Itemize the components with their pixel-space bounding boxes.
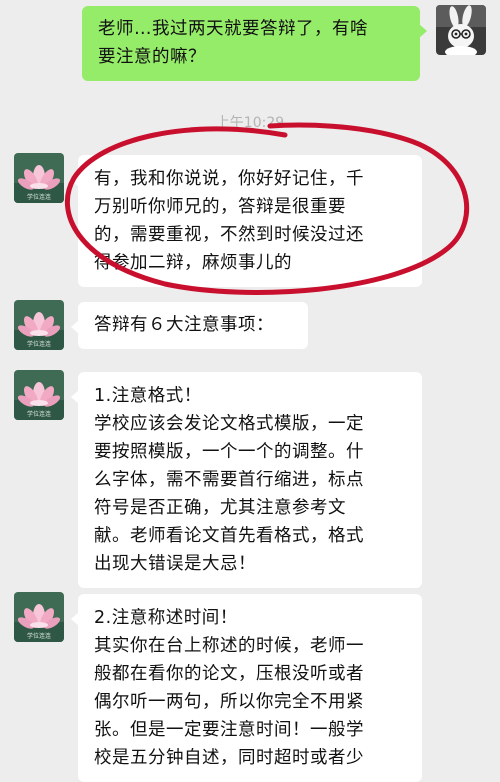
- teacher-avatar[interactable]: 学位连连: [14, 153, 64, 203]
- lotus-icon: 学位连连: [14, 300, 64, 350]
- message-line: 有，我和你说说，你好好记住，千: [94, 169, 364, 189]
- message-line: 偶尔听一两句，所以你完全不用紧: [94, 692, 364, 712]
- message-line: 1.注意格式！: [94, 386, 202, 406]
- message-line: 献。老师看论文首先看格式，格式: [94, 526, 364, 546]
- lotus-icon: 学位连连: [14, 592, 64, 642]
- message-bubble-teacher[interactable]: 答辩有６大注意事项：: [71, 302, 308, 349]
- message-bubble-teacher[interactable]: 1.注意格式！ 学校应该会发论文格式模版，一定 要按照模版，一个一个的调整。什 …: [71, 372, 422, 588]
- message-bubble-student[interactable]: 老师…我过两天就要答辩了，有啥 要注意的嘛？: [82, 6, 427, 81]
- message-timestamp: 上午10:29: [215, 115, 285, 131]
- message-bubble-teacher[interactable]: 有，我和你说说，你好好记住，千 万别听你师兄的，答辩是很重要 的，需要重视，不然…: [71, 155, 422, 287]
- rabbit-icon: [436, 5, 486, 55]
- student-avatar[interactable]: [436, 5, 486, 55]
- message-line: 2.注意称述时间！: [94, 608, 238, 628]
- message-line: 万别听你师兄的，答辩是很重要: [94, 197, 346, 217]
- message-line: 校是五分钟自述，同时超时或者少: [94, 748, 364, 768]
- message-line: 要按照模版，一个一个的调整。什: [94, 442, 364, 462]
- teacher-avatar[interactable]: 学位连连: [14, 300, 64, 350]
- message-line: 学校应该会发论文格式模版，一定: [94, 414, 364, 434]
- message-line: 得参加二辩，麻烦事儿的: [94, 253, 292, 273]
- avatar-caption: 学位连连: [27, 410, 51, 418]
- message-line: 要注意的嘛？: [98, 47, 206, 67]
- lotus-icon: 学位连连: [14, 153, 64, 203]
- message-line: 出现大错误是大忌！: [94, 554, 256, 574]
- lotus-icon: 学位连连: [14, 370, 64, 420]
- message-line: 么字体，需不需要首行缩进，标点: [94, 470, 364, 490]
- message-line: 的，需要重视，不然到时候没过还: [94, 225, 364, 245]
- message-line: 老师…我过两天就要答辩了，有啥: [98, 19, 368, 39]
- message-bubble-teacher[interactable]: 2.注意称述时间！ 其实你在台上称述的时候，老师一 般都在看你的论文，压根没听或…: [71, 594, 422, 782]
- teacher-avatar[interactable]: 学位连连: [14, 592, 64, 642]
- avatar-caption: 学位连连: [27, 632, 51, 640]
- teacher-avatar[interactable]: 学位连连: [14, 370, 64, 420]
- avatar-caption: 学位连连: [27, 193, 51, 201]
- message-line: 其实你在台上称述的时候，老师一: [94, 636, 364, 656]
- message-line: 般都在看你的论文，压根没听或者: [94, 664, 364, 684]
- message-line: 张。但是一定要注意时间！一般学: [94, 720, 364, 740]
- avatar-caption: 学位连连: [27, 340, 51, 348]
- chat-window: 老师…我过两天就要答辩了，有啥 要注意的嘛？ 上午10:29 学位连连 有，我和…: [0, 0, 500, 782]
- message-line: 符号是否正确，尤其注意参考文: [94, 498, 346, 518]
- message-line: 答辩有６大注意事项：: [94, 315, 274, 335]
